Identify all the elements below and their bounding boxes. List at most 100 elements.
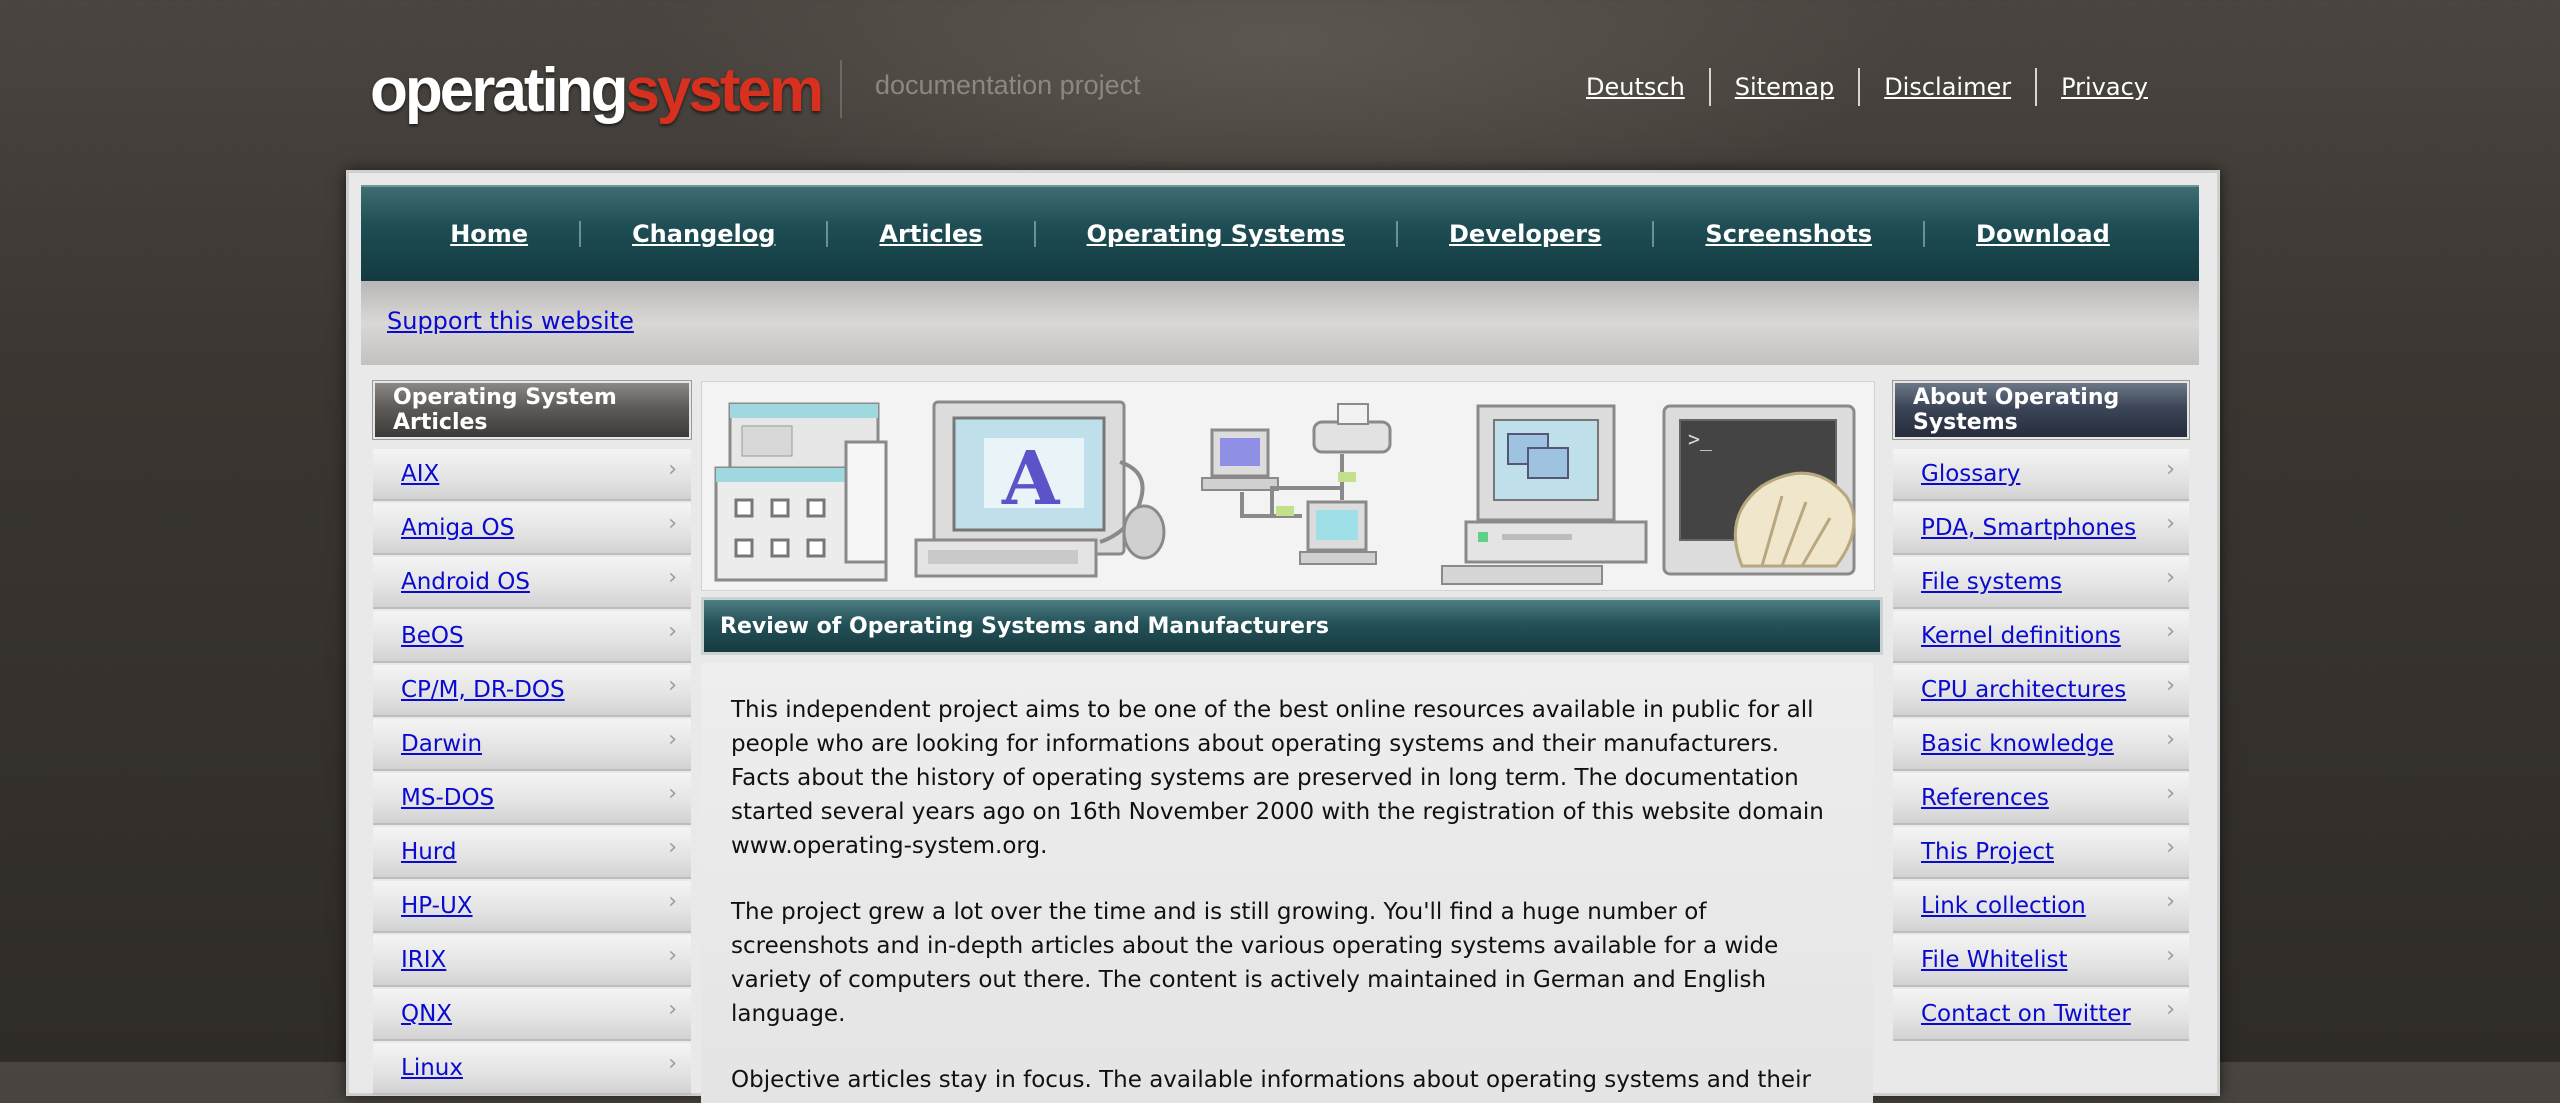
sidebar-link[interactable]: QNX <box>373 1001 452 1027</box>
main-frame: Home Changelog Articles Operating System… <box>346 170 2220 1103</box>
sidebar-item-link-collection[interactable]: Link collection › <box>1893 881 2189 933</box>
svg-text:A: A <box>1001 436 1061 522</box>
nav-divider <box>1033 221 1036 247</box>
sidebar-link[interactable]: Android OS <box>373 569 530 595</box>
sidebar-item-amiga-os[interactable]: Amiga OS › <box>373 503 691 555</box>
sidebar-link[interactable]: File Whitelist <box>1893 947 2067 973</box>
sidebar-link[interactable]: References <box>1893 785 2049 811</box>
paint-computer-icon: A <box>914 400 1166 578</box>
nav-divider <box>1923 221 1926 247</box>
sidebar-link[interactable]: PDA, Smartphones <box>1893 515 2136 541</box>
logo-divider <box>840 60 842 118</box>
sidebar-item-ms-dos[interactable]: MS-DOS › <box>373 773 691 825</box>
top-link-deutsch[interactable]: Deutsch <box>1562 69 1709 105</box>
nav-divider <box>826 221 829 247</box>
sidebar-link[interactable]: Amiga OS <box>373 515 514 541</box>
top-link-disclaimer[interactable]: Disclaimer <box>1860 69 2035 105</box>
sidebar-link[interactable]: CPU architectures <box>1893 677 2126 703</box>
windows-icon <box>714 402 888 582</box>
sidebar-link[interactable]: Glossary <box>1893 461 2020 487</box>
sidebar-item-android-os[interactable]: Android OS › <box>373 557 691 609</box>
sidebar-item-references[interactable]: References › <box>1893 773 2189 825</box>
nav-home[interactable]: Home <box>399 220 579 248</box>
chevron-right-icon: › <box>668 565 677 590</box>
sidebar-link[interactable]: This Project <box>1893 839 2054 865</box>
sidebar-item-irix[interactable]: IRIX › <box>373 935 691 987</box>
sidebar-link[interactable]: MS-DOS <box>373 785 494 811</box>
nav-operating-systems[interactable]: Operating Systems <box>1036 220 1396 248</box>
sidebar-item-file-whitelist[interactable]: File Whitelist › <box>1893 935 2189 987</box>
nav-developers[interactable]: Developers <box>1398 220 1652 248</box>
chevron-right-icon: › <box>668 457 677 482</box>
nav-articles[interactable]: Articles <box>828 220 1033 248</box>
sidebar-link[interactable]: AIX <box>373 461 439 487</box>
sidebar-link[interactable]: CP/M, DR-DOS <box>373 677 565 703</box>
sidebar-link[interactable]: File systems <box>1893 569 2062 595</box>
terminal-shell-icon: >_ <box>1662 404 1856 576</box>
nav-divider <box>579 221 582 247</box>
chevron-right-icon: › <box>2166 565 2175 590</box>
sidebar-item-aix[interactable]: AIX › <box>373 449 691 501</box>
sidebar-link[interactable]: Darwin <box>373 731 482 757</box>
left-sidebar: Operating System Articles AIX › Amiga OS ›… <box>373 381 691 1097</box>
chevron-right-icon: › <box>668 943 677 968</box>
sidebar-link[interactable]: Kernel definitions <box>1893 623 2121 649</box>
top-link-sitemap[interactable]: Sitemap <box>1711 69 1858 105</box>
content-paragraph: This independent project aims to be one … <box>731 697 1824 859</box>
sidebar-item-hurd[interactable]: Hurd › <box>373 827 691 879</box>
sidebar-item-qnx[interactable]: QNX › <box>373 989 691 1041</box>
sidebar-item-file-systems[interactable]: File systems › <box>1893 557 2189 609</box>
sidebar-item-contact-twitter[interactable]: Contact on Twitter › <box>1893 989 2189 1041</box>
chevron-right-icon: › <box>2166 673 2175 698</box>
left-sidebar-list: AIX › Amiga OS › Android OS › BeOS › CP/M, D… <box>373 449 691 1095</box>
sidebar-link[interactable]: IRIX <box>373 947 446 973</box>
chevron-right-icon: › <box>2166 727 2175 752</box>
nav-changelog[interactable]: Changelog <box>581 220 826 248</box>
chevron-right-icon: › <box>668 511 677 536</box>
sidebar-link[interactable]: Linux <box>373 1055 463 1081</box>
chevron-right-icon: › <box>2166 619 2175 644</box>
main-nav: Home Changelog Articles Operating System… <box>361 185 2199 281</box>
right-sidebar-title: About Operating Systems <box>1893 381 2189 439</box>
chevron-right-icon: › <box>668 619 677 644</box>
content-title: Review of Operating Systems and Manufact… <box>701 597 1883 655</box>
chevron-right-icon: › <box>668 781 677 806</box>
right-sidebar-list: Glossary › PDA, Smartphones › File systems… <box>1893 449 2189 1041</box>
network-icon <box>1201 403 1392 565</box>
sidebar-item-darwin[interactable]: Darwin › <box>373 719 691 771</box>
banner-svg: A >_ <box>714 400 1856 585</box>
left-sidebar-title: Operating System Articles <box>373 381 691 439</box>
svg-text:>_: >_ <box>1688 427 1713 451</box>
sidebar-item-linux[interactable]: Linux › <box>373 1043 691 1095</box>
sidebar-item-kernel-definitions[interactable]: Kernel definitions › <box>1893 611 2189 663</box>
sidebar-item-basic-knowledge[interactable]: Basic knowledge › <box>1893 719 2189 771</box>
sidebar-item-hp-ux[interactable]: HP-UX › <box>373 881 691 933</box>
nav-divider <box>1396 221 1398 247</box>
sidebar-item-pda-smartphones[interactable]: PDA, Smartphones › <box>1893 503 2189 555</box>
content-paragraph: Objective articles stay in focus. The av… <box>731 1067 1811 1093</box>
logo-text-system: system <box>625 56 824 125</box>
sidebar-item-this-project[interactable]: This Project › <box>1893 827 2189 879</box>
desktop-computer-icon <box>1441 404 1648 585</box>
nav-screenshots[interactable]: Screenshots <box>1654 220 1923 248</box>
sidebar-item-cpu-architectures[interactable]: CPU architectures › <box>1893 665 2189 717</box>
site-logo[interactable]: operating system documentation project <box>370 52 1141 125</box>
top-link-privacy[interactable]: Privacy <box>2037 69 2172 105</box>
sidebar-link[interactable]: Hurd <box>373 839 457 865</box>
support-link[interactable]: Support this website <box>387 307 634 335</box>
sidebar-link[interactable]: Contact on Twitter <box>1893 1001 2131 1027</box>
chevron-right-icon: › <box>2166 889 2175 914</box>
logo-subtitle: documentation project <box>875 70 1141 100</box>
chevron-right-icon: › <box>2166 943 2175 968</box>
sidebar-link[interactable]: HP-UX <box>373 893 473 919</box>
sidebar-link[interactable]: Basic knowledge <box>1893 731 2114 757</box>
sidebar-item-beos[interactable]: BeOS › <box>373 611 691 663</box>
chevron-right-icon: › <box>668 1051 677 1076</box>
nav-download[interactable]: Download <box>1925 220 2161 248</box>
content-body: This independent project aims to be one … <box>701 663 1873 1103</box>
sidebar-item-cpm-drdos[interactable]: CP/M, DR-DOS › <box>373 665 691 717</box>
sidebar-link[interactable]: Link collection <box>1893 893 2086 919</box>
sidebar-item-glossary[interactable]: Glossary › <box>1893 449 2189 501</box>
chevron-right-icon: › <box>2166 835 2175 860</box>
sidebar-link[interactable]: BeOS <box>373 623 464 649</box>
